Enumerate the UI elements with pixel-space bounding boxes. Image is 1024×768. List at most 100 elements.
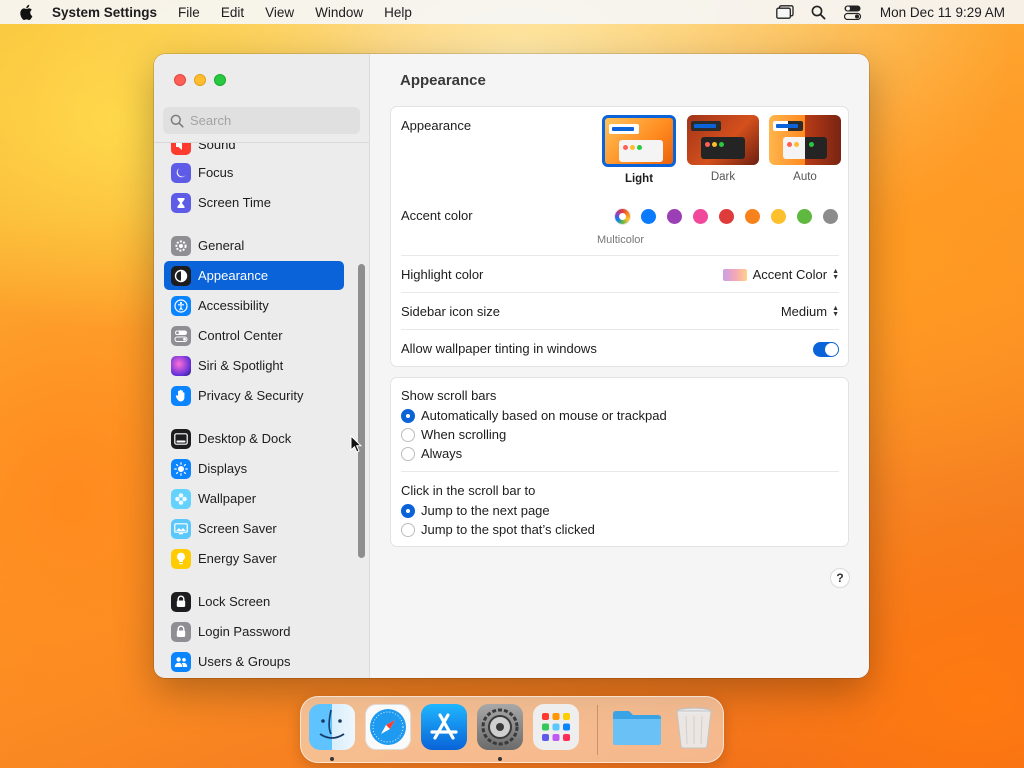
window-controls: [174, 74, 234, 86]
wallpaper-tinting-toggle[interactable]: [813, 342, 839, 357]
highlight-color-value: Accent Color: [752, 267, 828, 282]
sidebar-item-siri-spotlight[interactable]: Siri & Spotlight: [164, 351, 344, 380]
sidebar-item-accessibility[interactable]: Accessibility: [164, 291, 344, 320]
sidebar-icon-size-popup[interactable]: Medium ▲ ▼: [781, 304, 839, 319]
sidebar-item-screen-time[interactable]: Screen Time: [164, 188, 344, 217]
radio-label: Jump to the spot that’s clicked: [421, 522, 595, 537]
lock-icon: [171, 591, 191, 612]
accent-yellow-swatch[interactable]: [771, 209, 786, 224]
sidebar-scrollbar[interactable]: [358, 264, 365, 558]
sidebar-item-general[interactable]: General: [164, 231, 344, 260]
spotlight-search-icon[interactable]: [810, 4, 828, 20]
accent-green-swatch[interactable]: [797, 209, 812, 224]
sidebar-item-privacy-security[interactable]: Privacy & Security: [164, 381, 344, 410]
users-icon: [171, 651, 191, 672]
search-input[interactable]: [190, 113, 350, 128]
finder-icon[interactable]: [309, 704, 355, 750]
accent-orange-swatch[interactable]: [745, 209, 760, 224]
highlight-color-popup[interactable]: Accent Color ▲ ▼: [722, 267, 839, 282]
sidebar-item-users-groups[interactable]: Users & Groups: [164, 647, 344, 676]
scroll-bars-group: Show scroll bars Automatically based on …: [390, 377, 849, 547]
accent-color-swatches: [613, 209, 853, 227]
sidebar-item-label: Wallpaper: [198, 491, 257, 506]
siri-icon: [171, 355, 191, 376]
downloads-folder-icon[interactable]: [611, 704, 661, 750]
window-stack-icon[interactable]: [776, 4, 794, 20]
accent-graphite-swatch[interactable]: [823, 209, 838, 224]
app-store-icon[interactable]: [421, 704, 467, 750]
zoom-window-button[interactable]: [214, 74, 226, 86]
menu-window[interactable]: Window: [315, 5, 363, 20]
sidebar-item-label: Energy Saver: [198, 551, 277, 566]
click-option-next-page[interactable]: Jump to the next page: [401, 503, 550, 518]
accent-red-swatch[interactable]: [719, 209, 734, 224]
menu-edit[interactable]: Edit: [221, 5, 244, 20]
hand-icon: [171, 385, 191, 406]
accessibility-icon: [171, 295, 191, 316]
accent-blue-swatch[interactable]: [641, 209, 656, 224]
menu-bar: System Settings File Edit View Window He…: [0, 0, 1024, 24]
radio-button-selected[interactable]: [401, 408, 415, 423]
dock-separator: [597, 705, 598, 755]
lock-small-icon: [171, 621, 191, 642]
accent-multicolor-swatch[interactable]: [615, 209, 630, 224]
highlight-color-label: Highlight color: [401, 267, 484, 282]
menu-view[interactable]: View: [265, 5, 294, 20]
sidebar-item-screen-saver[interactable]: Screen Saver: [164, 514, 344, 543]
sidebar-item-appearance[interactable]: Appearance: [164, 261, 344, 290]
system-settings-icon[interactable]: [477, 704, 523, 750]
sidebar-item-login-password[interactable]: Login Password: [164, 617, 344, 646]
click-option-spot-clicked[interactable]: Jump to the spot that’s clicked: [401, 522, 595, 537]
appearance-option-dark[interactable]: Dark: [685, 115, 761, 183]
radio-button-selected[interactable]: [401, 503, 415, 518]
appearance-option-caption: Dark: [710, 171, 736, 183]
scroll-bars-option-always[interactable]: Always: [401, 446, 462, 461]
sidebar-item-focus[interactable]: Focus: [164, 158, 344, 187]
trash-icon[interactable]: [671, 704, 717, 750]
safari-icon[interactable]: [365, 704, 411, 750]
sidebar: Sound Focus Screen Time General: [154, 54, 370, 678]
search-field[interactable]: [163, 107, 360, 134]
accent-purple-swatch[interactable]: [667, 209, 682, 224]
minimize-window-button[interactable]: [194, 74, 206, 86]
close-window-button[interactable]: [174, 74, 186, 86]
moon-icon: [171, 162, 191, 183]
launchpad-icon[interactable]: [533, 704, 579, 750]
sidebar-item-label: Login Password: [198, 624, 291, 639]
sidebar-item-label: Screen Time: [198, 195, 271, 210]
sidebar-item-label: Users & Groups: [198, 654, 291, 669]
scroll-bars-option-automatic[interactable]: Automatically based on mouse or trackpad: [401, 408, 667, 423]
radio-button[interactable]: [401, 522, 415, 537]
help-button[interactable]: ?: [830, 568, 850, 588]
control-center-icon[interactable]: [844, 4, 862, 20]
divider: [401, 292, 839, 293]
dock: [300, 696, 724, 763]
sidebar-item-wallpaper[interactable]: Wallpaper: [164, 484, 344, 513]
apple-logo-icon[interactable]: [18, 3, 36, 21]
show-scroll-bars-label: Show scroll bars: [401, 388, 497, 403]
mouse-cursor-icon: [350, 435, 362, 453]
accent-color-row: Accent color Multicolor: [401, 207, 839, 251]
scroll-bars-option-when-scrolling[interactable]: When scrolling: [401, 427, 506, 442]
sidebar-item-displays[interactable]: Displays: [164, 454, 344, 483]
main-pane: Appearance Appearance Light Dark Auto Ac…: [370, 54, 869, 678]
wallpaper-tinting-row: Allow wallpaper tinting in windows: [401, 341, 839, 361]
menu-app-name[interactable]: System Settings: [52, 5, 157, 20]
sidebar-item-desktop-dock[interactable]: Desktop & Dock: [164, 424, 344, 453]
sidebar-item-label: Control Center: [198, 328, 283, 343]
sidebar-item-energy-saver[interactable]: Energy Saver: [164, 544, 344, 573]
menu-file[interactable]: File: [178, 5, 200, 20]
sidebar-item-sound[interactable]: Sound: [164, 142, 344, 159]
sidebar-item-control-center[interactable]: Control Center: [164, 321, 344, 350]
appearance-option-light[interactable]: Light: [601, 115, 677, 185]
sidebar-item-lock-screen[interactable]: Lock Screen: [164, 587, 344, 616]
highlight-swatch: [722, 268, 747, 281]
accent-pink-swatch[interactable]: [693, 209, 708, 224]
radio-button[interactable]: [401, 427, 415, 442]
appearance-option-auto[interactable]: Auto: [767, 115, 843, 183]
menu-clock[interactable]: Mon Dec 11 9:29 AM: [880, 5, 1005, 20]
sidebar-item-label: Sound: [198, 142, 236, 152]
menu-help[interactable]: Help: [384, 5, 412, 20]
radio-label: Always: [421, 446, 463, 461]
radio-button[interactable]: [401, 446, 415, 461]
